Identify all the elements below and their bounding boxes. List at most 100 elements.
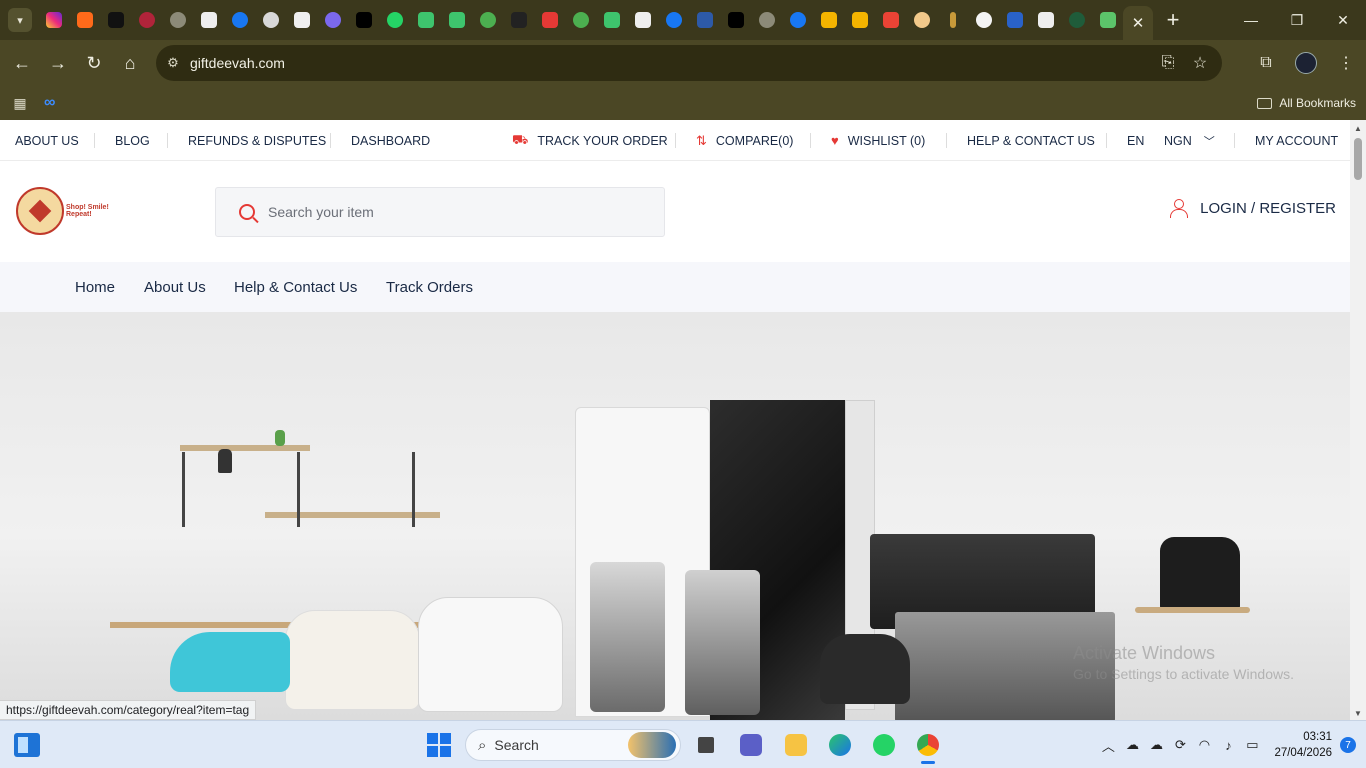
nav-dashboard[interactable]: DASHBOARD <box>351 120 430 161</box>
battery-icon[interactable]: ▭ <box>1240 737 1264 753</box>
nav-refunds[interactable]: REFUNDS & DISPUTES <box>188 120 326 161</box>
tab-audio-icon-2[interactable] <box>627 0 658 40</box>
back-icon[interactable]: ← <box>4 45 40 81</box>
widgets-icon[interactable] <box>14 733 40 757</box>
scrollbar[interactable]: ▲ ▼ <box>1350 120 1366 720</box>
extensions-icon[interactable]: ⧉ <box>1246 54 1286 72</box>
tab-heart-icon-2[interactable] <box>844 0 875 40</box>
scroll-up-icon[interactable]: ▲ <box>1354 124 1362 133</box>
close-tab-icon[interactable]: ✕ <box>1123 6 1153 40</box>
mainnav-help[interactable]: Help & Contact Us <box>234 262 357 312</box>
file-explorer-icon[interactable] <box>780 729 812 761</box>
taskbar-search[interactable]: ⌕ Search <box>465 729 681 761</box>
all-bookmarks-button[interactable]: All Bookmarks <box>1257 86 1356 120</box>
tab-whatsapp-icon[interactable] <box>379 0 410 40</box>
bookmark-star-icon[interactable]: ☆ <box>1184 53 1216 73</box>
tab-cloud-icon[interactable] <box>255 0 286 40</box>
start-button[interactable] <box>427 733 451 757</box>
wishlist-link[interactable]: ♥ WISHLIST (0) <box>831 120 925 161</box>
mainnav-track[interactable]: Track Orders <box>386 262 473 312</box>
onedrive-icon[interactable]: ☁ <box>1144 737 1168 753</box>
wifi-icon[interactable]: ◠ <box>1192 737 1216 753</box>
search-icon[interactable] <box>239 204 255 220</box>
show-hidden-icons[interactable]: ︿ <box>1096 736 1120 755</box>
tab-b-icon[interactable] <box>999 0 1030 40</box>
profile-avatar[interactable] <box>1286 52 1326 74</box>
tab-gmail-icon[interactable] <box>875 0 906 40</box>
tab-emoji-icon[interactable] <box>906 0 937 40</box>
maximize-icon[interactable]: ❐ <box>1274 0 1320 40</box>
site-info-icon[interactable]: ⚙ <box>156 55 190 71</box>
home-icon[interactable]: ⌂ <box>112 45 148 81</box>
tab-heart-icon[interactable] <box>813 0 844 40</box>
tab-green-icon-2[interactable] <box>441 0 472 40</box>
tab-orange-icon[interactable] <box>69 0 100 40</box>
tab-red-icon[interactable] <box>131 0 162 40</box>
clock[interactable]: 03:31 27/04/2026 <box>1274 729 1332 761</box>
tab-dark-icon[interactable] <box>100 0 131 40</box>
tab-ship-icon[interactable] <box>689 0 720 40</box>
search-input[interactable] <box>268 204 628 220</box>
install-app-icon[interactable]: ⎘ <box>1152 54 1184 72</box>
nav-blog[interactable]: BLOG <box>115 120 150 161</box>
tab-green-icon-3[interactable] <box>596 0 627 40</box>
search-box[interactable] <box>215 187 665 237</box>
tab-audio-icon[interactable] <box>193 0 224 40</box>
site-logo[interactable]: Shop! Smile! Repeat! <box>16 187 120 237</box>
tab-meta-icon[interactable] <box>224 0 255 40</box>
track-order-label: TRACK YOUR ORDER <box>537 133 668 148</box>
tab-x-icon[interactable] <box>720 0 751 40</box>
close-window-icon[interactable]: ✕ <box>1320 0 1366 40</box>
notification-badge[interactable]: 7 <box>1340 737 1356 753</box>
task-view-icon[interactable] <box>690 729 722 761</box>
tab-spiral-icon[interactable] <box>317 0 348 40</box>
tab-globe-icon-2[interactable] <box>751 0 782 40</box>
edge-icon[interactable] <box>824 729 856 761</box>
mainnav-home[interactable]: Home <box>75 262 115 312</box>
tab-audio-icon-3[interactable] <box>1030 0 1061 40</box>
my-account-link[interactable]: MY ACCOUNT <box>1255 120 1338 161</box>
nav-help-contact[interactable]: HELP & CONTACT US <box>967 120 1095 161</box>
login-register-link[interactable]: LOGIN / REGISTER <box>1170 199 1336 218</box>
compare-link[interactable]: ⇅ COMPARE(0) <box>696 120 793 161</box>
mainnav-about[interactable]: About Us <box>144 262 206 312</box>
whatsapp-icon[interactable] <box>868 729 900 761</box>
scroll-down-icon[interactable]: ▼ <box>1354 709 1362 718</box>
tab-wa-icon[interactable] <box>1061 0 1092 40</box>
hero-banner[interactable]: Activate Windows Go to Settings to activ… <box>0 312 1350 720</box>
tab-tiktok-icon[interactable] <box>348 0 379 40</box>
tab-globe-icon[interactable] <box>162 0 193 40</box>
scroll-thumb[interactable] <box>1354 138 1362 180</box>
teams-icon[interactable] <box>735 729 767 761</box>
bookmark-meta-icon[interactable]: ∞ <box>44 94 55 112</box>
tab-facebook-icon[interactable] <box>782 0 813 40</box>
tab-search-icon[interactable]: ▾ <box>8 8 32 32</box>
tab-s-icon[interactable] <box>503 0 534 40</box>
new-tab-icon[interactable]: + <box>1155 0 1191 40</box>
menu-icon[interactable]: ⋮ <box>1326 53 1366 73</box>
tab-meta-icon-2[interactable] <box>658 0 689 40</box>
sync-icon[interactable]: ⟳ <box>1168 737 1192 753</box>
volume-icon[interactable]: ♪ <box>1216 738 1240 753</box>
apps-grid-icon[interactable]: ▦ <box>0 95 40 112</box>
nav-about-us[interactable]: ABOUT US <box>15 120 79 161</box>
chrome-icon[interactable] <box>912 729 944 764</box>
cloud-off-icon[interactable]: ☁ <box>1120 737 1144 753</box>
tab-pin-icon[interactable] <box>937 0 968 40</box>
main-nav: Home About Us Help & Contact Us Track Or… <box>0 262 1350 312</box>
forward-icon[interactable]: → <box>40 45 76 81</box>
address-bar[interactable]: ⚙ giftdeevah.com ⎘ ☆ <box>156 45 1222 81</box>
minimize-icon[interactable]: — <box>1228 0 1274 40</box>
tab-green-circle-icon-2[interactable] <box>565 0 596 40</box>
tab-green-circle-icon[interactable] <box>472 0 503 40</box>
tab-instagram-icon[interactable] <box>38 0 69 40</box>
tab-green-icon[interactable] <box>410 0 441 40</box>
track-order-link[interactable]: ⛟ TRACK YOUR ORDER <box>512 120 668 161</box>
tab-red-box-icon[interactable] <box>534 0 565 40</box>
tab-logo-icon[interactable] <box>286 0 317 40</box>
language-select[interactable]: EN <box>1127 120 1144 161</box>
tab-code-icon[interactable] <box>1092 0 1123 40</box>
currency-select[interactable]: NGN ﹀ <box>1164 120 1215 161</box>
tab-openai-icon[interactable] <box>968 0 999 40</box>
reload-icon[interactable]: ↻ <box>76 45 112 81</box>
